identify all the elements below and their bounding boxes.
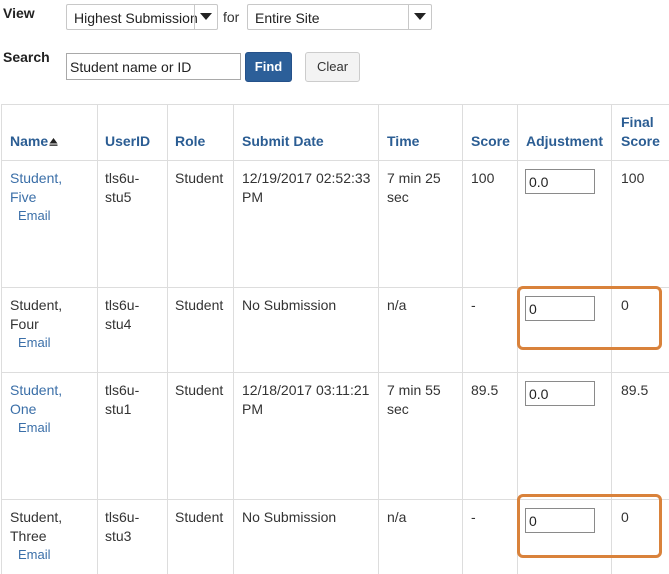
column-header-submit-date[interactable]: Submit Date: [242, 132, 324, 151]
final-score: 100: [621, 170, 645, 186]
time-taken-line2: sec: [387, 401, 409, 417]
time-taken: n/a: [387, 297, 407, 313]
score: 89.5: [471, 382, 499, 398]
user-id-line2: stu4: [105, 316, 132, 332]
student-name: Student, Four: [10, 296, 62, 334]
submit-date: 12/19/2017 02:52:33 PM: [242, 169, 370, 207]
student-name-line2: Four: [10, 316, 39, 332]
score: -: [471, 297, 476, 313]
for-dropdown-arrow[interactable]: [408, 5, 431, 29]
student-name-line2: Five: [10, 189, 37, 205]
caret-down-icon: [414, 13, 426, 20]
time-taken: n/a: [387, 509, 407, 525]
user-id-line1: tls6u-: [105, 509, 140, 525]
score: 100: [471, 170, 495, 186]
search-input[interactable]: [66, 53, 241, 80]
final-score-label-line1: Final: [621, 114, 654, 130]
search-label: Search: [3, 49, 50, 65]
student-name-line1: Student,: [10, 297, 63, 313]
column-divider: [378, 104, 379, 574]
row-divider: [1, 372, 669, 373]
score: -: [471, 509, 476, 525]
submit-date-line2: PM: [242, 189, 263, 205]
email-link[interactable]: Email: [18, 335, 51, 350]
email-link[interactable]: Email: [18, 547, 51, 562]
user-id: tls6u- stu4: [105, 296, 139, 334]
role: Student: [175, 382, 224, 398]
column-header-userid[interactable]: UserID: [105, 132, 150, 151]
view-select[interactable]: Highest Submission: [66, 4, 218, 30]
email-link[interactable]: Email: [18, 208, 51, 223]
for-label: for: [223, 9, 240, 25]
user-id: tls6u- stu1: [105, 381, 139, 419]
submit-date: 12/18/2017 03:11:21 PM: [242, 381, 369, 419]
user-id-line1: tls6u-: [105, 170, 140, 186]
student-name-line1: Student,: [10, 382, 63, 398]
email-link[interactable]: Email: [18, 420, 51, 435]
header-divider: [1, 160, 669, 161]
student-name-link[interactable]: Student, One: [10, 381, 62, 419]
time-taken: 7 min 55 sec: [387, 381, 441, 419]
final-score: 89.5: [621, 382, 649, 398]
view-label: View: [3, 5, 35, 21]
view-select-value: Highest Submission: [74, 10, 198, 26]
adjustment-input[interactable]: [525, 169, 595, 194]
column-header-time[interactable]: Time: [387, 132, 419, 151]
column-header-final-score[interactable]: Final Score: [621, 113, 660, 151]
highlight-box: [517, 494, 662, 558]
column-divider: [167, 104, 168, 574]
column-divider: [97, 104, 98, 574]
column-header-adjustment: Adjustment: [526, 133, 603, 149]
highlight-box: [517, 286, 662, 350]
submit-date-line1: 12/19/2017 02:52:33: [242, 170, 371, 186]
adjustment-input[interactable]: [525, 381, 595, 406]
final-score-label-line2: Score: [621, 133, 660, 149]
user-id-line2: stu3: [105, 528, 132, 544]
submit-date: No Submission: [242, 509, 337, 525]
student-name-line1: Student,: [10, 170, 63, 186]
caret-down-icon: [200, 13, 212, 20]
student-name-link[interactable]: Student, Five: [10, 169, 62, 207]
column-header-name-label: Name: [10, 133, 49, 149]
find-button[interactable]: Find: [245, 52, 292, 82]
role: Student: [175, 297, 224, 313]
view-dropdown-arrow[interactable]: [194, 5, 217, 29]
clear-button[interactable]: Clear: [305, 52, 360, 82]
column-header-role[interactable]: Role: [175, 132, 205, 151]
column-divider: [462, 104, 463, 574]
column-divider: [233, 104, 234, 574]
submit-date: No Submission: [242, 297, 337, 313]
column-header-score[interactable]: Score: [471, 132, 510, 151]
sort-ascending-icon: [49, 138, 58, 146]
user-id-line1: tls6u-: [105, 382, 140, 398]
student-name-line1: Student,: [10, 509, 63, 525]
time-taken: 7 min 25 sec: [387, 169, 441, 207]
student-name: Student, Three: [10, 508, 62, 546]
time-taken-line1: 7 min 55: [387, 382, 441, 398]
student-name-line2: One: [10, 401, 37, 417]
for-select-value: Entire Site: [255, 10, 320, 26]
user-id-line2: stu1: [105, 401, 132, 417]
for-select[interactable]: Entire Site: [247, 4, 432, 30]
role: Student: [175, 170, 224, 186]
user-id-line1: tls6u-: [105, 297, 140, 313]
user-id: tls6u- stu5: [105, 169, 139, 207]
column-header-name[interactable]: Name: [10, 132, 58, 151]
submit-date-line2: PM: [242, 401, 263, 417]
user-id: tls6u- stu3: [105, 508, 139, 546]
time-taken-line1: 7 min 25: [387, 170, 441, 186]
user-id-line2: stu5: [105, 189, 132, 205]
submit-date-line1: 12/18/2017 03:11:21: [242, 382, 370, 398]
student-name-line2: Three: [10, 528, 47, 544]
time-taken-line2: sec: [387, 189, 409, 205]
role: Student: [175, 509, 224, 525]
